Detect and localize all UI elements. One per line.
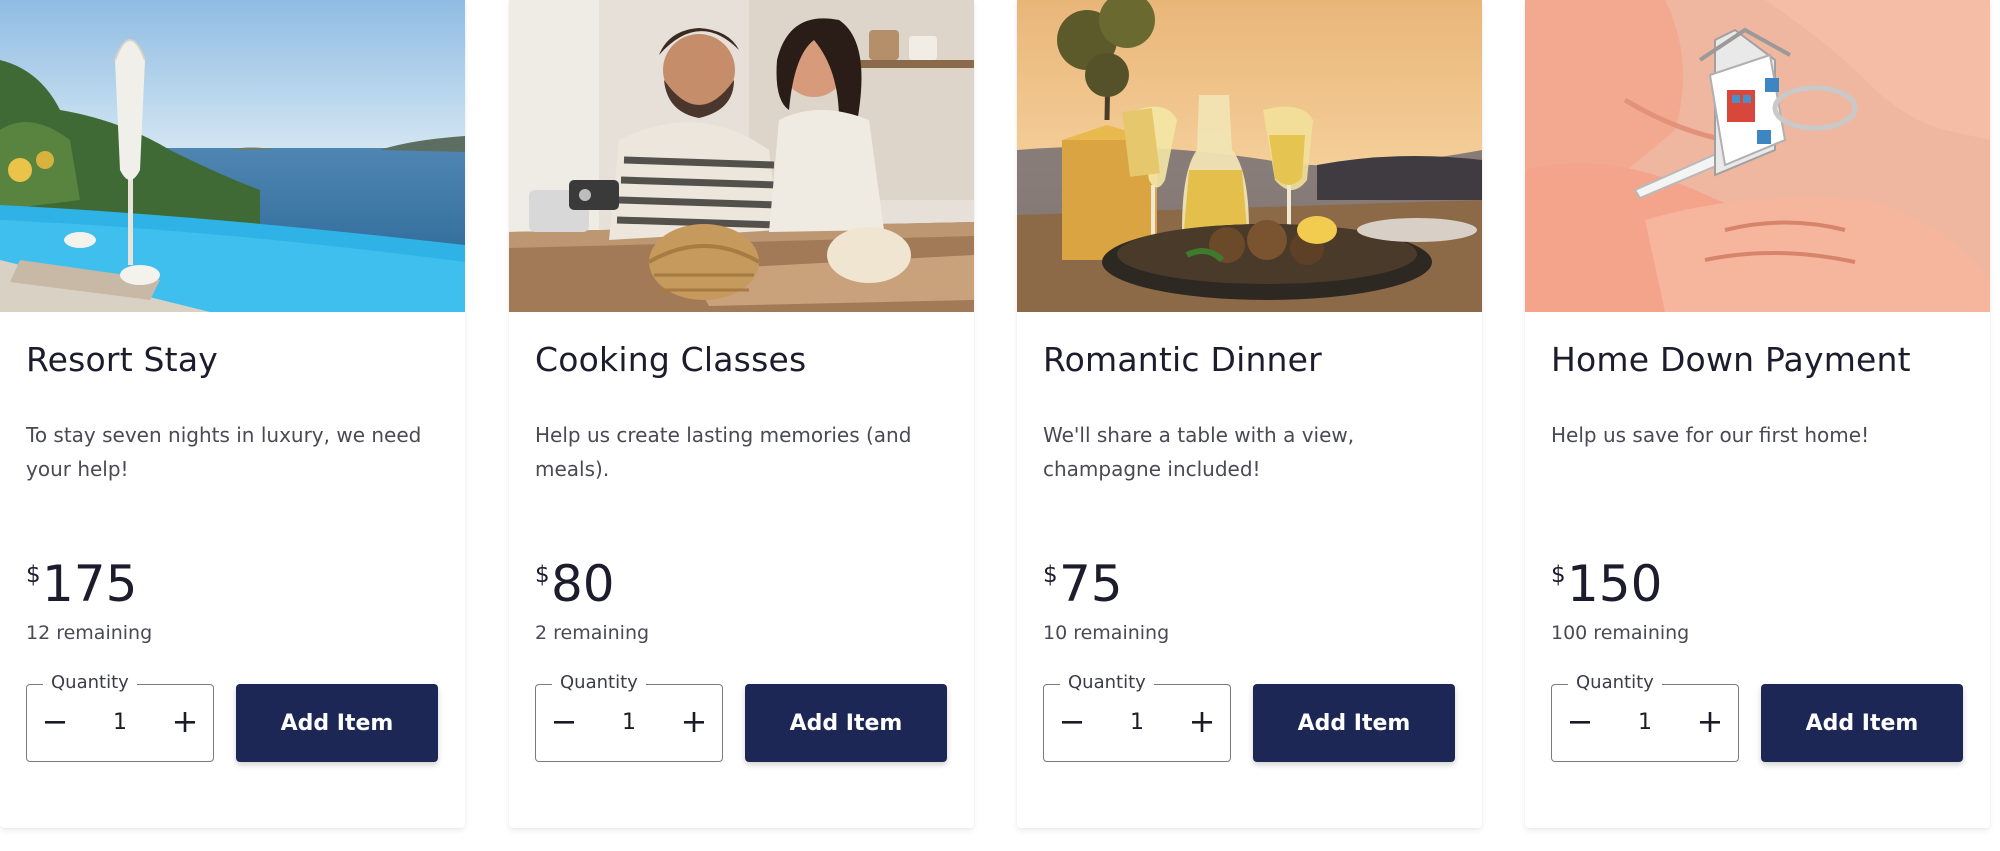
plus-icon	[1700, 712, 1720, 732]
minus-icon	[554, 721, 574, 724]
plus-icon	[1192, 712, 1212, 732]
decrease-quantity-button[interactable]	[1054, 704, 1090, 740]
currency-symbol: $	[26, 562, 41, 588]
quantity-value[interactable]: 1	[1104, 705, 1170, 741]
remaining-count: 10 remaining	[1043, 622, 1170, 644]
quantity-label: Quantity	[43, 671, 137, 695]
add-item-button[interactable]: Add Item	[745, 684, 947, 762]
item-description: We'll share a table with a view, champag…	[1043, 423, 1355, 481]
add-item-button[interactable]: Add Item	[1761, 684, 1963, 762]
price-amount: 75	[1059, 555, 1123, 613]
increase-quantity-button[interactable]	[167, 704, 203, 740]
currency-symbol: $	[1043, 562, 1058, 588]
increase-quantity-button[interactable]	[1184, 704, 1220, 740]
plus-icon	[684, 712, 704, 732]
quantity-stepper: Quantity 1	[535, 671, 723, 762]
remaining-count: 12 remaining	[26, 622, 153, 644]
sunset-dinner-photo	[1017, 0, 1482, 312]
minus-icon	[1570, 721, 1590, 724]
remaining-count: 100 remaining	[1551, 622, 1690, 644]
item-description: Help us save for our first home!	[1551, 423, 1870, 447]
price-amount: 150	[1567, 555, 1663, 613]
quantity-label: Quantity	[1568, 671, 1662, 695]
quantity-label: Quantity	[1060, 671, 1154, 695]
add-item-button[interactable]: Add Item	[236, 684, 438, 762]
item-title: Cooking Classes	[535, 340, 807, 379]
item-title: Resort Stay	[26, 340, 218, 379]
quantity-value[interactable]: 1	[596, 705, 662, 741]
remaining-count: 2 remaining	[535, 622, 650, 644]
plus-icon	[175, 712, 195, 732]
registry-grid: Resort Stay To stay seven nights in luxu…	[0, 0, 2000, 851]
decrease-quantity-button[interactable]	[37, 704, 73, 740]
minus-icon	[1062, 721, 1082, 724]
quantity-stepper: Quantity 1	[26, 671, 214, 762]
item-description: To stay seven nights in luxury, we need …	[26, 423, 422, 481]
quantity-label: Quantity	[552, 671, 646, 695]
cooking-couple-photo	[509, 0, 974, 312]
currency-symbol: $	[535, 562, 550, 588]
house-key-photo	[1525, 0, 1990, 312]
resort-pool-photo	[0, 0, 465, 312]
item-title: Romantic Dinner	[1043, 340, 1322, 379]
price-amount: 80	[551, 555, 615, 613]
quantity-value[interactable]: 1	[1612, 705, 1678, 741]
item-title: Home Down Payment	[1551, 340, 1911, 379]
registry-card-resort-stay: Resort Stay To stay seven nights in luxu…	[0, 0, 465, 828]
quantity-stepper: Quantity 1	[1551, 671, 1739, 762]
decrease-quantity-button[interactable]	[546, 704, 582, 740]
registry-card-cooking-classes: Cooking Classes Help us create lasting m…	[509, 0, 974, 828]
quantity-value[interactable]: 1	[87, 705, 153, 741]
registry-card-home-down-payment: Home Down Payment Help us save for our f…	[1525, 0, 1990, 828]
registry-card-romantic-dinner: Romantic Dinner We'll share a table with…	[1017, 0, 1482, 828]
increase-quantity-button[interactable]	[1692, 704, 1728, 740]
quantity-stepper: Quantity 1	[1043, 671, 1231, 762]
increase-quantity-button[interactable]	[676, 704, 712, 740]
minus-icon	[45, 721, 65, 724]
price-amount: 175	[42, 555, 138, 613]
item-description: Help us create lasting memories (and mea…	[535, 423, 912, 481]
decrease-quantity-button[interactable]	[1562, 704, 1598, 740]
add-item-button[interactable]: Add Item	[1253, 684, 1455, 762]
currency-symbol: $	[1551, 562, 1566, 588]
